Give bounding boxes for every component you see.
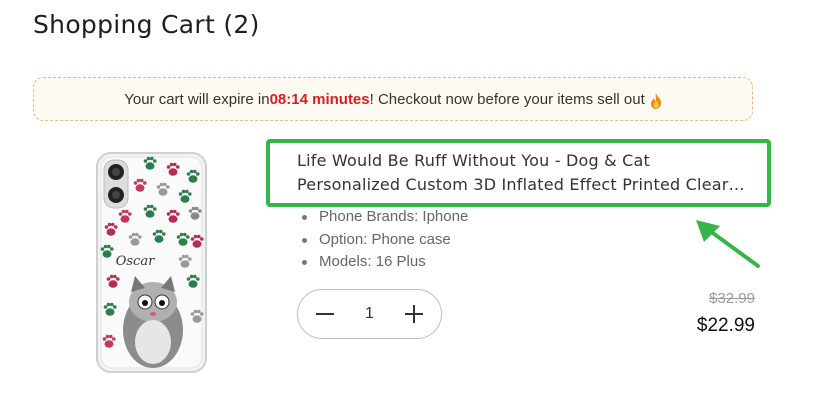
- banner-text-after: ! Checkout now before your items sell ou…: [369, 90, 645, 108]
- banner-text-before: Your cart will expire in: [124, 90, 270, 108]
- countdown-time: 08:14 minutes: [269, 90, 370, 108]
- quantity-stepper[interactable]: 1: [297, 289, 442, 339]
- original-price: $32.99: [709, 290, 755, 307]
- current-price: $22.99: [696, 315, 755, 336]
- quantity-value[interactable]: 1: [350, 305, 390, 323]
- product-image[interactable]: Oscar: [95, 152, 208, 374]
- fire-icon: [650, 93, 662, 109]
- product-title-line-2[interactable]: Personalized Custom 3D Inflated Effect P…: [297, 173, 767, 197]
- svg-text:Oscar: Oscar: [116, 254, 155, 269]
- product-title-highlight[interactable]: Life Would Be Ruff Without You - Dog & C…: [266, 139, 771, 207]
- cart-expiry-banner: Your cart will expire in 08:14 minutes !…: [33, 77, 753, 121]
- variant-option: Option: Phone case: [300, 229, 468, 252]
- increase-quantity-button[interactable]: [403, 303, 425, 325]
- green-arrow-icon: [690, 212, 765, 272]
- product-variants: Phone Brands: Iphone Option: Phone case …: [300, 206, 468, 274]
- page-title: Shopping Cart (2): [33, 10, 260, 39]
- product-title-line-1[interactable]: Life Would Be Ruff Without You - Dog & C…: [297, 149, 767, 173]
- variant-phone-brand: Phone Brands: Iphone: [300, 206, 468, 229]
- variant-model: Models: 16 Plus: [300, 251, 468, 274]
- decrease-quantity-button[interactable]: [314, 303, 336, 325]
- minus-icon: [316, 313, 334, 315]
